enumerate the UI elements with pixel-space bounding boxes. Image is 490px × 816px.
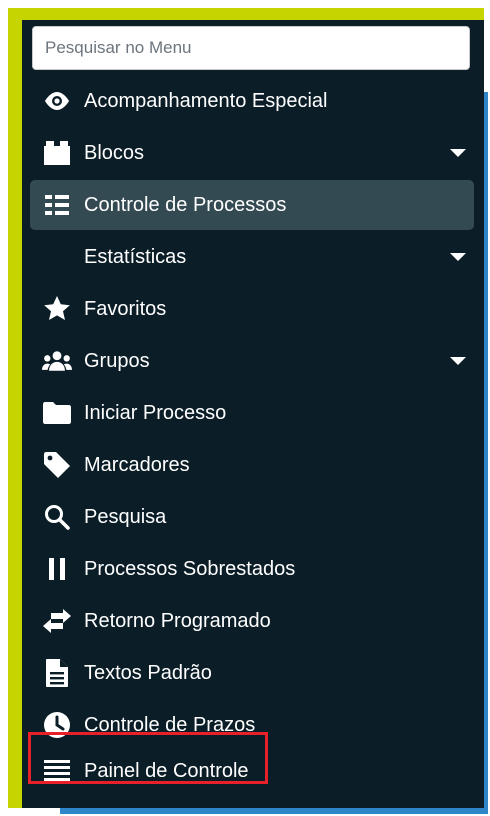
menu-item-grupos[interactable]: Grupos [30, 336, 474, 386]
blank-icon [42, 242, 72, 272]
menu-item-painel-de-controle[interactable]: Painel de Controle [30, 748, 474, 794]
menu-item-label: Marcadores [84, 453, 190, 476]
menu-item-blocos[interactable]: Blocos [30, 128, 474, 178]
folder-icon [42, 398, 72, 428]
menu-item-iniciar-processo[interactable]: Iniciar Processo [30, 388, 474, 438]
menu-item-label: Retorno Programado [84, 609, 271, 632]
blocks-icon [42, 138, 72, 168]
menu-item-label: Iniciar Processo [84, 401, 227, 424]
menu-item-favoritos[interactable]: Favoritos [30, 284, 474, 334]
menu-item-label: Textos Padrão [84, 661, 212, 684]
tag-icon [42, 450, 72, 480]
chevron-down-icon[interactable] [450, 357, 466, 365]
eye-icon [42, 86, 72, 116]
menu-item-label: Controle de Processos [84, 193, 287, 216]
menu-item-label: Controle de Prazos [84, 713, 256, 736]
search-icon [42, 502, 72, 532]
menu-item-label: Pesquisa [84, 505, 167, 528]
menu-item-controle-de-processos[interactable]: Controle de Processos [30, 180, 474, 230]
menu-item-acompanhamento-especial[interactable]: Acompanhamento Especial [30, 76, 474, 126]
chevron-down-icon[interactable] [450, 149, 466, 157]
bars-icon [42, 756, 72, 786]
pause-icon [42, 554, 72, 584]
menu-item-processos-sobrestados[interactable]: Processos Sobrestados [30, 544, 474, 594]
exchange-icon [42, 606, 72, 636]
users-icon [42, 346, 72, 376]
menu-item-retorno-programado[interactable]: Retorno Programado [30, 596, 474, 646]
clock-icon [42, 710, 72, 740]
document-icon [42, 658, 72, 688]
menu-item-label: Blocos [84, 141, 145, 164]
menu-search-input[interactable] [32, 26, 470, 70]
star-icon [42, 294, 72, 324]
menu-item-textos-padrao[interactable]: Textos Padrão [30, 648, 474, 698]
menu-item-label: Processos Sobrestados [84, 557, 296, 580]
list-icon [42, 190, 72, 220]
menu-item-label: Acompanhamento Especial [84, 89, 328, 112]
menu-item-marcadores[interactable]: Marcadores [30, 440, 474, 490]
menu-item-estatisticas[interactable]: Estatísticas [30, 232, 474, 282]
menu-item-pesquisa[interactable]: Pesquisa [30, 492, 474, 542]
menu-item-label: Favoritos [84, 297, 167, 320]
menu-item-label: Painel de Controle [84, 759, 249, 782]
sidebar-menu: Acompanhamento Especial Blocos Controle … [22, 20, 484, 808]
menu-item-label: Grupos [84, 349, 150, 372]
menu-item-label: Estatísticas [84, 245, 187, 268]
menu-item-controle-de-prazos[interactable]: Controle de Prazos [30, 700, 474, 750]
chevron-down-icon[interactable] [450, 253, 466, 261]
